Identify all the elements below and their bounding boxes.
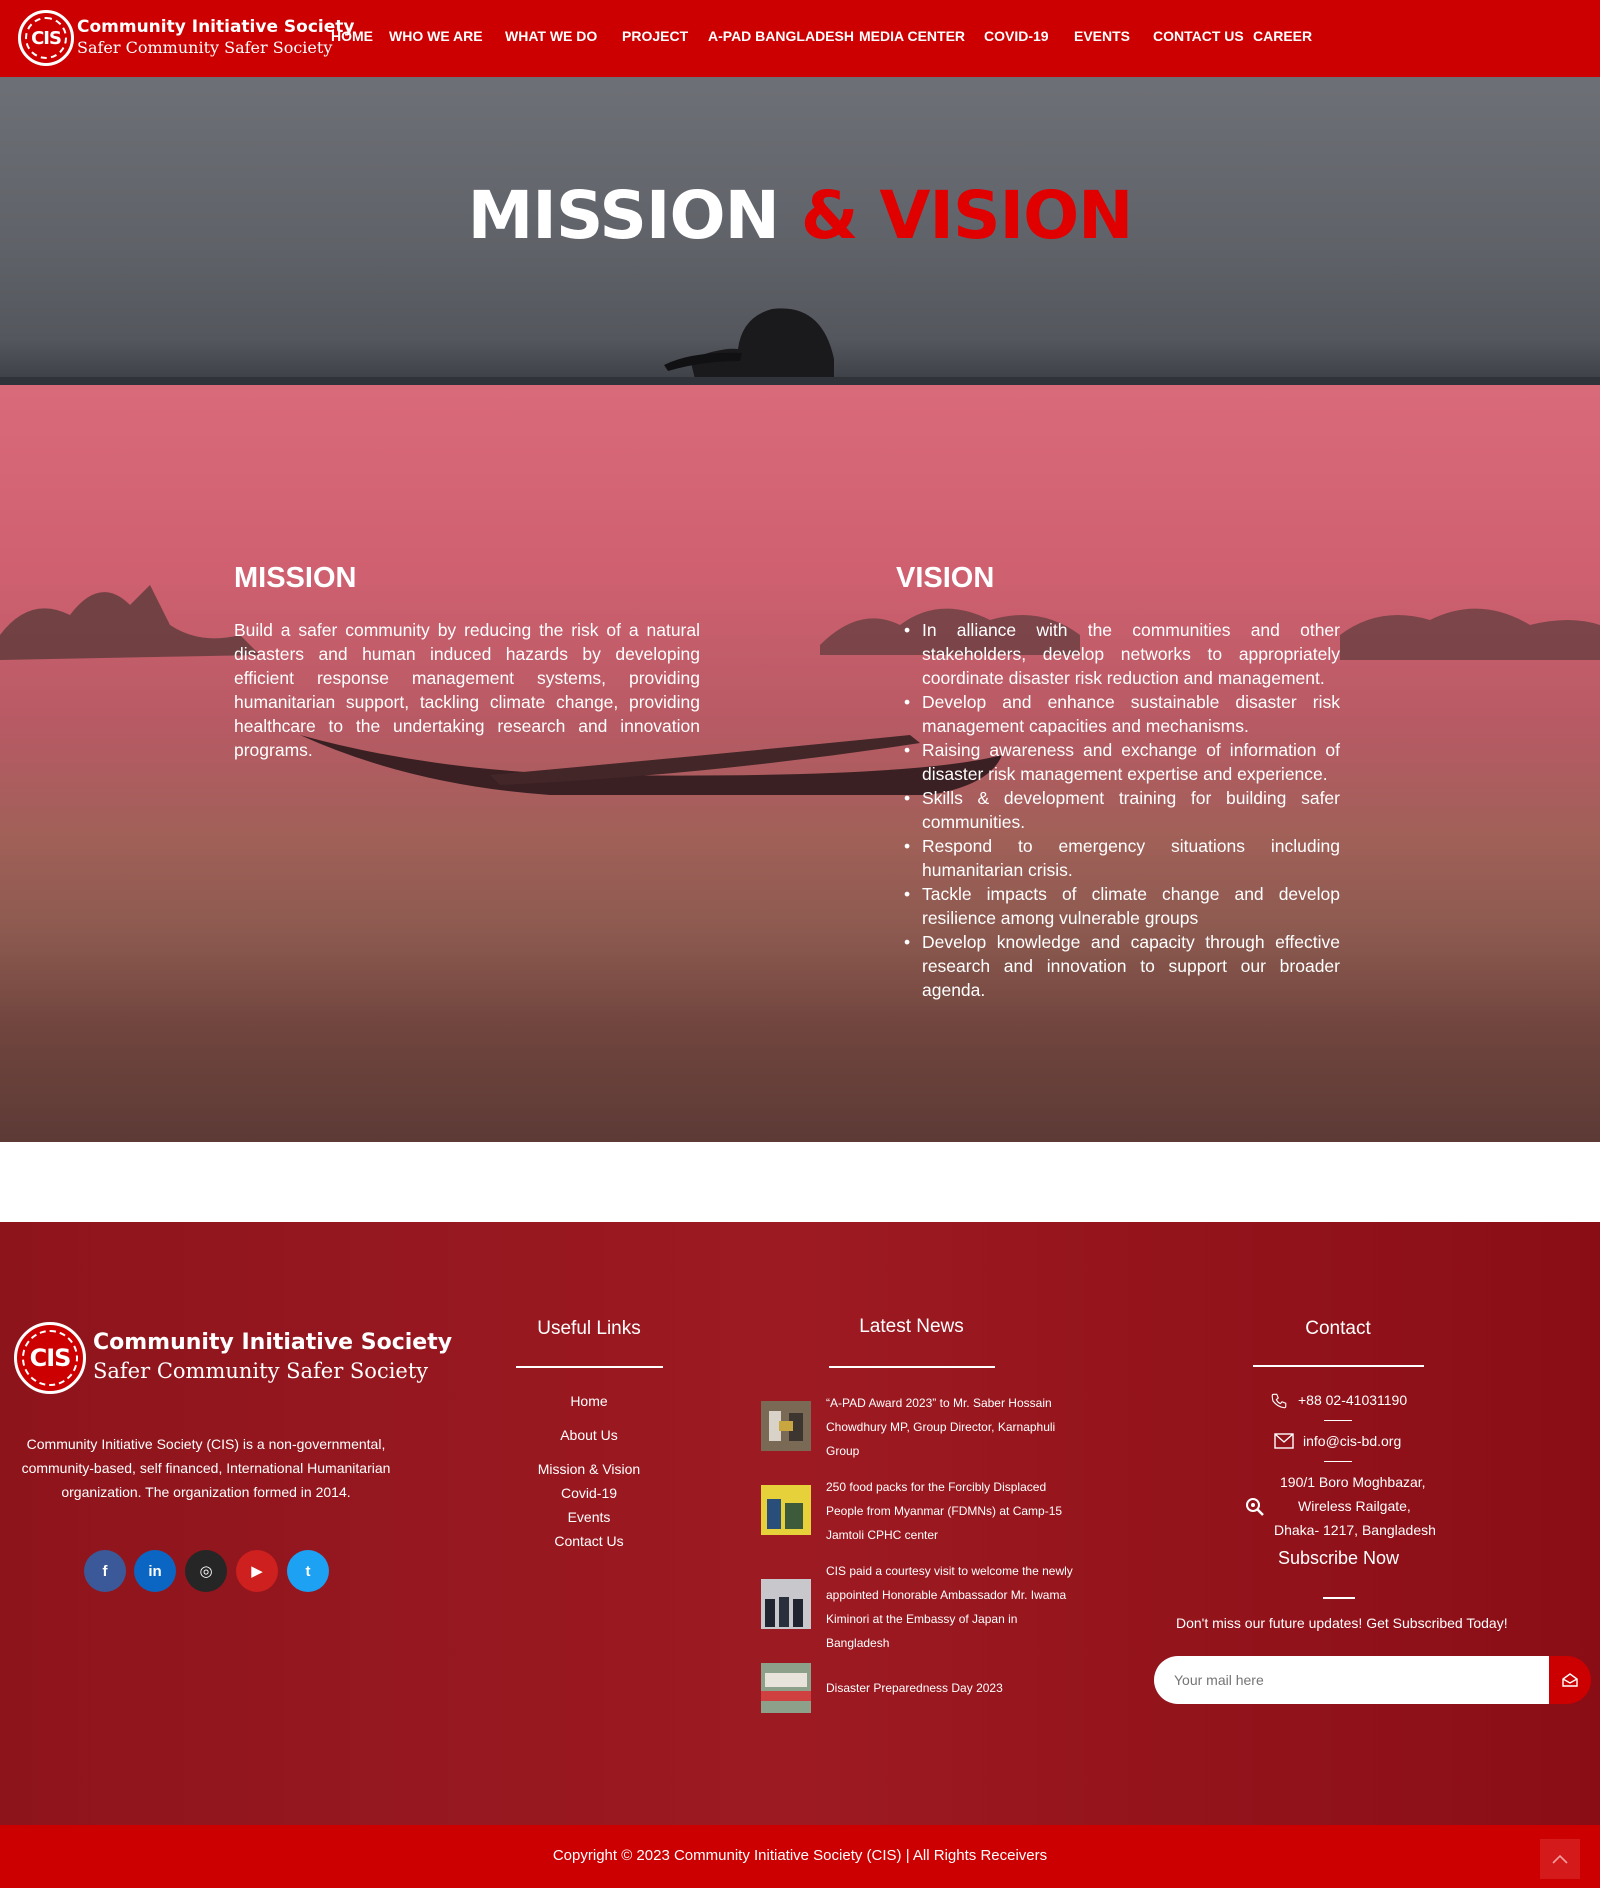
page-title-main: MISSION xyxy=(467,177,780,254)
footer-link-events[interactable]: Events xyxy=(500,1509,678,1525)
mission-vision-section: MISSION Build a safer community by reduc… xyxy=(0,385,1600,1142)
nav-events[interactable]: EVENTS xyxy=(1074,28,1130,44)
copyright-text: Copyright © 2023 Community Initiative So… xyxy=(552,1847,1048,1864)
contact-phone[interactable]: +88 02-41031190 xyxy=(1298,1392,1407,1408)
news-thumbnail-image[interactable] xyxy=(761,1663,811,1713)
vision-item: Develop knowledge and capacity through e… xyxy=(900,930,1340,1002)
footer-logo[interactable]: CIS xyxy=(14,1322,86,1394)
contact-heading: Contact xyxy=(1305,1318,1371,1339)
footer-link-mission-vision[interactable]: Mission & Vision xyxy=(500,1461,678,1477)
news-link[interactable]: 250 food packs for the Forcibly Displace… xyxy=(826,1475,1076,1547)
news-thumbnail-image[interactable] xyxy=(761,1485,811,1535)
cis-logo-text: CIS xyxy=(25,17,67,59)
hero-banner: MISSION & VISION xyxy=(0,77,1600,385)
subscribe-heading: Subscribe Now xyxy=(1277,1548,1400,1568)
news-link[interactable]: CIS paid a courtesy visit to welcome the… xyxy=(826,1559,1076,1655)
contact-address-line2: Wireless Railgate, xyxy=(1298,1498,1411,1514)
news-link[interactable]: “A-PAD Award 2023” to Mr. Saber Hossain … xyxy=(826,1391,1076,1463)
vision-item: In alliance with the communities and oth… xyxy=(900,618,1340,690)
useful-links-heading: Useful Links xyxy=(537,1318,641,1339)
vision-item: Develop and enhance sustainable disaster… xyxy=(900,690,1340,738)
brand-name[interactable]: Community Initiative Society xyxy=(77,17,354,37)
site-footer: CIS Community Initiative Society Safer C… xyxy=(0,1222,1600,1825)
email-icon xyxy=(1274,1433,1294,1449)
vision-item: Tackle impacts of climate change and dev… xyxy=(900,882,1340,930)
news-link[interactable]: Disaster Preparedness Day 2023 xyxy=(826,1676,1076,1700)
brand-tagline: Safer Community Safer Society xyxy=(77,38,333,57)
subscribe-divider xyxy=(1323,1597,1355,1599)
vision-list: In alliance with the communities and oth… xyxy=(900,618,1340,1002)
vision-item: Raising awareness and exchange of inform… xyxy=(900,738,1340,786)
contact-divider xyxy=(1253,1365,1424,1367)
footer-link-home[interactable]: Home xyxy=(500,1393,678,1409)
footer-brand-name: Community Initiative Society xyxy=(93,1330,453,1355)
youtube-icon[interactable]: ▶ xyxy=(236,1550,278,1592)
top-navbar: CIS Community Initiative Society Safer C… xyxy=(0,0,1600,77)
location-search-icon xyxy=(1246,1498,1264,1516)
latest-news-divider xyxy=(829,1366,995,1368)
linkedin-icon[interactable]: in xyxy=(134,1550,176,1592)
hero-horizon xyxy=(0,377,1600,385)
nav-a-pad-bangladesh[interactable]: A-PAD BANGLADESH xyxy=(708,28,854,44)
contact-address-line1: 190/1 Boro Moghbazar, xyxy=(1280,1474,1426,1490)
copyright-bar: Copyright © 2023 Community Initiative So… xyxy=(0,1825,1600,1888)
contact-email[interactable]: info@cis-bd.org xyxy=(1303,1433,1401,1449)
instagram-icon[interactable]: ◎ xyxy=(185,1550,227,1592)
footer-link-about-us[interactable]: About Us xyxy=(500,1427,678,1443)
phone-icon xyxy=(1271,1393,1287,1409)
page-title: MISSION & VISION xyxy=(0,177,1600,254)
page-title-accent: & VISION xyxy=(800,177,1134,254)
twitter-icon[interactable]: t xyxy=(287,1550,329,1592)
contact-separator xyxy=(1324,1420,1352,1421)
nav-home[interactable]: HOME xyxy=(331,28,373,44)
mission-heading: MISSION xyxy=(234,562,357,594)
nav-contact-us[interactable]: CONTACT US xyxy=(1153,28,1244,44)
cis-logo[interactable]: CIS xyxy=(18,10,74,66)
vision-item: Respond to emergency situations includin… xyxy=(900,834,1340,882)
facebook-icon[interactable]: f xyxy=(84,1550,126,1592)
nav-media-center[interactable]: MEDIA CENTER xyxy=(859,28,965,44)
contact-separator xyxy=(1324,1461,1352,1462)
nav-what-we-do[interactable]: WHAT WE DO xyxy=(505,28,597,44)
footer-link-covid-19[interactable]: Covid-19 xyxy=(500,1485,678,1501)
nav-project[interactable]: PROJECT xyxy=(622,28,688,44)
footer-about-text: Community Initiative Society (CIS) is a … xyxy=(21,1436,391,1500)
subscribe-button[interactable] xyxy=(1549,1656,1591,1704)
subscribe-text: Don't miss our future updates! Get Subsc… xyxy=(1176,1615,1508,1631)
vision-item: Skills & development training for buildi… xyxy=(900,786,1340,834)
news-thumbnail-image[interactable] xyxy=(761,1401,811,1451)
chevron-up-icon xyxy=(1552,1854,1568,1864)
nav-covid-19[interactable]: COVID-19 xyxy=(984,28,1049,44)
scroll-to-top-button[interactable] xyxy=(1540,1839,1580,1879)
contact-address-line3: Dhaka- 1217, Bangladesh xyxy=(1274,1522,1436,1538)
footer-logo-text: CIS xyxy=(22,1330,78,1386)
latest-news-heading: Latest News xyxy=(859,1316,964,1337)
nav-career[interactable]: CAREER xyxy=(1253,28,1312,44)
news-thumbnail-image[interactable] xyxy=(761,1579,811,1629)
mail-open-icon xyxy=(1562,1673,1578,1687)
footer-brand-tagline: Safer Community Safer Society xyxy=(93,1359,429,1383)
footer-link-contact-us[interactable]: Contact Us xyxy=(500,1533,678,1549)
person-cap-image xyxy=(664,308,834,385)
vision-heading: VISION xyxy=(896,562,995,594)
subscribe-email-input[interactable] xyxy=(1154,1656,1549,1704)
nav-who-we-are[interactable]: WHO WE ARE xyxy=(389,28,483,44)
mission-text: Build a safer community by reducing the … xyxy=(234,620,700,760)
useful-links-divider xyxy=(516,1366,663,1368)
